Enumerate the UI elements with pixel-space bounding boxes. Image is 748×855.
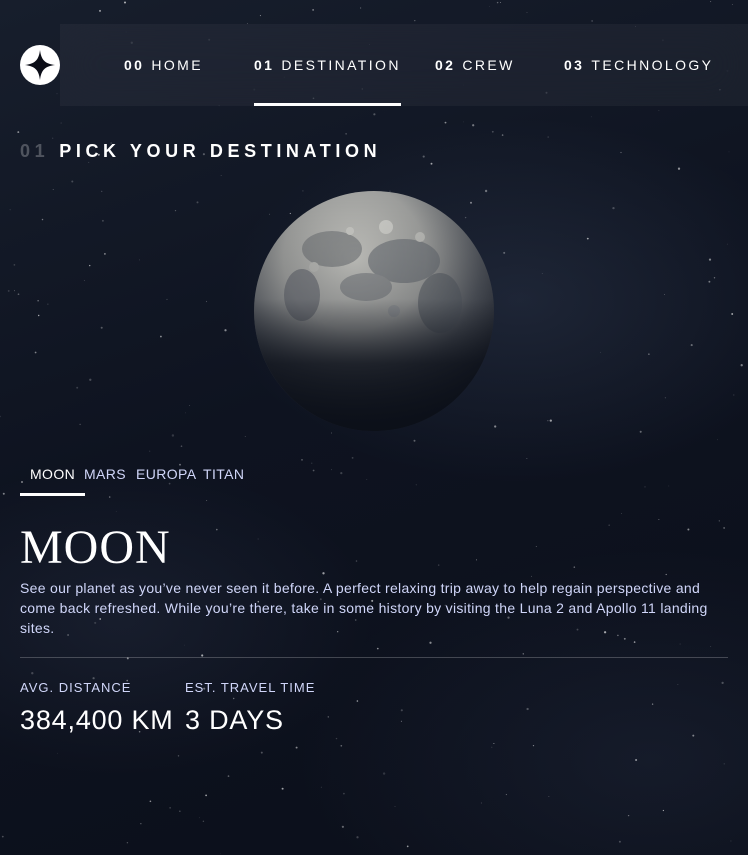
stat-travel-time: EST. TRAVEL TIME 3 DAYS — [185, 680, 315, 736]
tab-mars[interactable]: MARS — [84, 460, 126, 496]
nav-item-home[interactable]: 00 HOME — [124, 24, 203, 106]
divider — [20, 657, 728, 658]
tab-titan[interactable]: TITAN — [203, 460, 244, 496]
stat-label: EST. TRAVEL TIME — [185, 680, 316, 695]
star-logo-icon[interactable] — [20, 45, 60, 85]
moon-planet-image — [254, 191, 494, 431]
page-title-number: 01 — [20, 141, 50, 161]
nav-label: TECHNOLOGY — [591, 57, 714, 73]
page-title: 01 PICK YOUR DESTINATION — [20, 141, 381, 162]
nav-item-technology[interactable]: 03 TECHNOLOGY — [564, 24, 713, 106]
nav-item-crew[interactable]: 02 CREW — [435, 24, 515, 106]
destination-description: See our planet as you’ve never seen it b… — [20, 580, 708, 636]
nav-label: HOME — [151, 57, 203, 73]
nav-number: 02 — [435, 57, 456, 73]
main-navigation: 00 HOME 01 DESTINATION 02 CREW 03 TECHNO… — [60, 24, 748, 106]
page-title-text: PICK YOUR DESTINATION — [59, 141, 382, 161]
stat-value: 384,400 KM — [20, 705, 174, 735]
stat-value: 3 DAYS — [185, 705, 284, 735]
nav-number: 00 — [124, 57, 145, 73]
stat-average-distance: AVG. DISTANCE 384,400 KM — [20, 680, 174, 736]
destination-name: MOON — [20, 521, 171, 574]
nav-label: DESTINATION — [281, 57, 401, 73]
nav-label: CREW — [462, 57, 515, 73]
nav-number: 03 — [564, 57, 585, 73]
tab-moon[interactable]: MOON — [19, 460, 86, 496]
stat-label: AVG. DISTANCE — [20, 680, 132, 695]
nav-item-destination[interactable]: 01 DESTINATION — [254, 24, 401, 106]
nav-number: 01 — [254, 57, 275, 73]
tab-europa[interactable]: EUROPA — [136, 460, 197, 496]
